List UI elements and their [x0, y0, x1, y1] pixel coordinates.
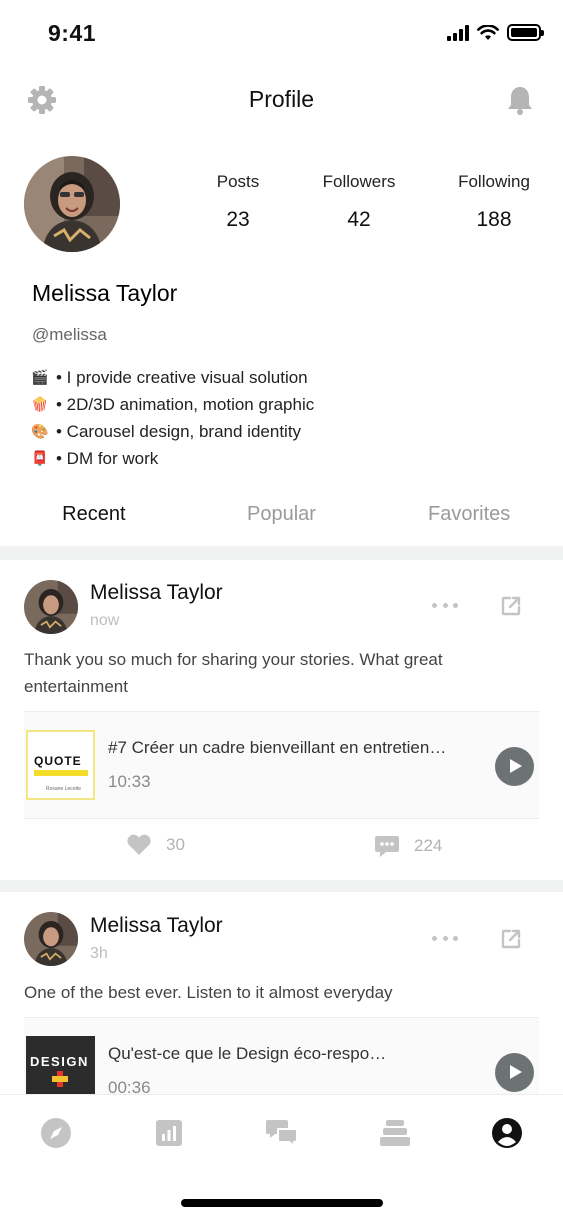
share-icon[interactable] — [500, 928, 522, 950]
bio-text: • I provide creative visual solution — [56, 367, 308, 387]
stat-value: 23 — [226, 208, 250, 231]
episode-title: Qu'est-ce que le Design éco-respo… — [108, 1044, 387, 1063]
play-button[interactable] — [495, 747, 534, 786]
postbox-icon: 📮 — [31, 450, 49, 466]
comment-icon — [375, 836, 399, 857]
post-text: One of the best ever. Listen to it almos… — [24, 983, 393, 1002]
comment-button[interactable]: 224 — [374, 834, 442, 858]
cover-author: Roxane Lecotte — [46, 786, 82, 792]
stat-value: 42 — [347, 208, 371, 231]
bio-line: 🍿 • 2D/3D animation, motion graphic — [30, 391, 314, 418]
stat-value: 188 — [476, 208, 512, 231]
post-card: Melissa Taylor now Thank you so much for… — [0, 560, 563, 880]
episode-cover: QUOTE Roxane Lecotte — [26, 730, 95, 800]
header: Profile — [0, 68, 563, 132]
post-author: Melissa Taylor — [90, 914, 223, 937]
post-card: Melissa Taylor 3h One of the best ever. … — [0, 892, 563, 1094]
profile-name: Melissa Taylor — [32, 280, 178, 306]
page-title: Profile — [248, 86, 315, 112]
post-actions: 30 224 — [0, 824, 563, 870]
profile-bio: 🎬 • I provide creative visual solution 🍿… — [30, 364, 314, 472]
bio-text: • Carousel design, brand identity — [56, 421, 302, 441]
like-count: 30 — [166, 835, 185, 854]
episode-title: #7 Créer un cadre bienveillant en entret… — [108, 738, 447, 757]
nav-library[interactable] — [379, 1117, 411, 1149]
profile-avatar[interactable] — [24, 156, 120, 252]
like-button[interactable]: 30 — [126, 834, 185, 856]
play-button[interactable] — [495, 1053, 534, 1092]
palette-icon: 🎨 — [31, 423, 49, 439]
post-time: 3h — [90, 945, 108, 962]
episode-duration: 10:33 — [108, 772, 151, 791]
profile-handle: @melissa — [32, 325, 107, 344]
divider — [0, 546, 563, 560]
chart-icon — [156, 1120, 182, 1146]
battery-icon — [507, 24, 544, 41]
post-avatar[interactable] — [24, 912, 78, 966]
post-author: Melissa Taylor — [90, 581, 223, 604]
bio-line: 🎬 • I provide creative visual solution — [30, 364, 314, 391]
stack-icon — [380, 1120, 410, 1146]
bell-icon[interactable] — [506, 84, 534, 116]
stat-label: Followers — [322, 172, 396, 191]
bottom-nav — [0, 1094, 563, 1219]
clapperboard-icon: 🎬 — [31, 369, 49, 385]
heart-icon — [127, 834, 151, 855]
tab-recent[interactable]: Recent — [0, 490, 188, 548]
post-time: now — [90, 612, 120, 629]
bio-line: 🎨 • Carousel design, brand identity — [30, 418, 314, 445]
cover-title: QUOTE — [34, 754, 82, 768]
tab-popular[interactable]: Popular — [188, 490, 376, 548]
cover-title: DESIGN — [30, 1054, 89, 1069]
more-icon[interactable] — [432, 600, 458, 610]
compass-icon — [41, 1118, 71, 1148]
comment-count: 224 — [414, 836, 443, 855]
share-icon[interactable] — [500, 595, 522, 617]
stat-posts[interactable]: Posts 23 — [178, 172, 298, 232]
nav-discover[interactable] — [40, 1117, 72, 1149]
status-time: 9:41 — [48, 20, 97, 46]
nav-stats[interactable] — [153, 1117, 185, 1149]
episode-card[interactable]: QUOTE Roxane Lecotte #7 Créer un cadre b… — [24, 711, 539, 819]
more-icon[interactable] — [432, 933, 458, 943]
wifi-icon — [477, 24, 499, 40]
bio-line: 📮 • DM for work — [30, 445, 314, 472]
popcorn-icon: 🍿 — [31, 396, 49, 412]
stat-following[interactable]: Following 188 — [434, 172, 554, 232]
cover-bar — [34, 770, 88, 776]
episode-card[interactable]: DESIGN Qu'est-ce que le Design éco-respo… — [24, 1017, 539, 1094]
home-indicator — [181, 1199, 383, 1207]
profile-tabs: Recent Popular Favorites — [0, 490, 563, 548]
post-avatar[interactable] — [24, 580, 78, 634]
episode-cover: DESIGN — [26, 1036, 95, 1094]
status-icons — [447, 24, 544, 41]
stat-label: Following — [458, 172, 530, 191]
divider — [0, 880, 563, 892]
bio-text: • 2D/3D animation, motion graphic — [56, 394, 315, 414]
chat-icon — [266, 1120, 298, 1148]
signal-icon — [447, 24, 469, 41]
stat-label: Posts — [216, 172, 260, 191]
bio-text: • DM for work — [56, 448, 159, 468]
post-text: Thank you so much for sharing your stori… — [24, 650, 443, 696]
tab-favorites[interactable]: Favorites — [375, 490, 563, 548]
stat-followers[interactable]: Followers 42 — [299, 172, 419, 232]
nav-messages[interactable] — [266, 1117, 298, 1149]
episode-duration: 00:36 — [108, 1078, 151, 1094]
nav-profile[interactable] — [491, 1117, 523, 1149]
status-bar: 9:41 — [0, 0, 563, 68]
user-icon — [492, 1118, 522, 1148]
